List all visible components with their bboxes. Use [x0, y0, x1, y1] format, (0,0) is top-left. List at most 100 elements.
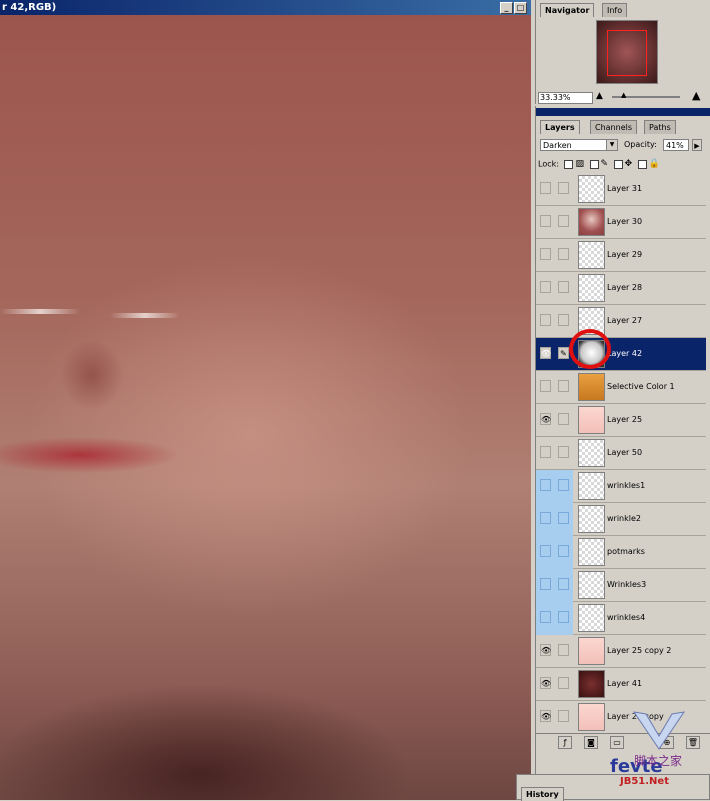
image-canvas[interactable] — [0, 15, 531, 800]
layer-thumbnail[interactable] — [578, 604, 605, 632]
layer-row[interactable]: Layer 28 — [536, 272, 706, 305]
layer-thumbnail[interactable] — [578, 637, 605, 665]
layer-row[interactable]: 👁 Layer 25 — [536, 404, 706, 437]
link-toggle[interactable] — [558, 479, 569, 491]
layer-row[interactable]: Layer 50 — [536, 437, 706, 470]
layer-name: potmarks — [607, 547, 645, 556]
layer-thumbnail[interactable] — [578, 175, 605, 203]
layer-thumbnail[interactable] — [578, 274, 605, 302]
layer-row[interactable]: 👁 Layer 25 copy 2 — [536, 635, 706, 668]
visibility-eye-icon[interactable] — [540, 248, 551, 260]
layer-thumbnail[interactable] — [578, 373, 605, 401]
opacity-field[interactable]: 41% — [663, 139, 689, 151]
lock-transparency-checkbox[interactable] — [564, 159, 574, 169]
tab-paths[interactable]: Paths — [644, 120, 676, 134]
lock-position-checkbox[interactable] — [613, 159, 623, 169]
layer-name: Layer 50 — [607, 448, 643, 457]
link-toggle[interactable] — [558, 215, 569, 227]
visibility-eye-icon[interactable]: 👁 — [540, 710, 551, 722]
zoom-out-icon[interactable]: ▲ — [596, 91, 603, 101]
lock-icon: 🔒 — [648, 159, 660, 169]
layer-thumbnail[interactable] — [578, 670, 605, 698]
link-toggle[interactable] — [558, 248, 569, 260]
blend-mode-select[interactable]: Darken ▼ — [540, 139, 618, 151]
visibility-eye-icon[interactable]: 👁 — [540, 677, 551, 689]
layer-row[interactable]: wrinkle2 — [536, 503, 706, 536]
annotation-circle — [569, 329, 611, 369]
link-toggle[interactable] — [558, 545, 569, 557]
visibility-eye-icon[interactable] — [540, 182, 551, 194]
navigator-view-box[interactable] — [607, 30, 647, 76]
lock-all-checkbox[interactable] — [637, 159, 647, 169]
layer-row[interactable]: Selective Color 1 — [536, 371, 706, 404]
layer-row[interactable]: Layer 27 — [536, 305, 706, 338]
document-title: r 42,RGB) — [2, 2, 57, 13]
layer-row[interactable]: wrinkles1 — [536, 470, 706, 503]
navigator-thumbnail[interactable] — [596, 20, 658, 84]
layer-row[interactable]: Layer 30 — [536, 206, 706, 239]
opacity-arrow-icon[interactable]: ▶ — [692, 139, 702, 151]
tab-info[interactable]: Info — [602, 3, 628, 17]
blend-mode-value: Darken — [543, 141, 572, 150]
visibility-eye-icon[interactable] — [540, 314, 551, 326]
tab-layers[interactable]: Layers — [540, 120, 580, 134]
link-toggle[interactable] — [558, 446, 569, 458]
layer-thumbnail[interactable] — [578, 571, 605, 599]
layer-row[interactable]: Layer 31 — [536, 173, 706, 206]
zoom-field[interactable]: 33.33% — [538, 92, 593, 104]
zoom-slider-handle-icon[interactable]: ▲ — [621, 91, 626, 99]
link-toggle[interactable] — [558, 644, 569, 656]
layer-row[interactable]: 👁 Layer 41 — [536, 668, 706, 701]
visibility-eye-icon[interactable] — [540, 545, 551, 557]
layer-row[interactable]: 👁 ✎ Layer 42 — [536, 338, 706, 371]
layer-name: Layer 41 — [607, 679, 643, 688]
layer-thumbnail[interactable] — [578, 241, 605, 269]
tab-channels[interactable]: Channels — [590, 120, 638, 134]
visibility-eye-icon[interactable] — [540, 512, 551, 524]
visibility-eye-icon[interactable]: 👁 — [540, 347, 551, 359]
link-toggle[interactable] — [558, 413, 569, 425]
panel-titlebar[interactable] — [536, 108, 710, 116]
visibility-eye-icon[interactable] — [540, 611, 551, 623]
layer-row[interactable]: wrinkles4 — [536, 602, 706, 635]
visibility-eye-icon[interactable] — [540, 380, 551, 392]
layer-name: Layer 28 — [607, 283, 643, 292]
layer-thumbnail[interactable] — [578, 703, 605, 731]
visibility-eye-icon[interactable]: 👁 — [540, 644, 551, 656]
zoom-in-icon[interactable]: ▲ — [692, 89, 700, 102]
visibility-eye-icon[interactable] — [540, 479, 551, 491]
visibility-eye-icon[interactable] — [540, 281, 551, 293]
layer-style-icon[interactable]: ƒ — [558, 736, 572, 749]
lock-image-checkbox[interactable] — [589, 159, 599, 169]
link-toggle[interactable] — [558, 611, 569, 623]
visibility-eye-icon[interactable]: 👁 — [540, 413, 551, 425]
link-toggle[interactable] — [558, 512, 569, 524]
link-toggle[interactable] — [558, 578, 569, 590]
layer-thumbnail[interactable] — [578, 208, 605, 236]
layer-name: wrinkles1 — [607, 481, 646, 490]
link-toggle[interactable] — [558, 677, 569, 689]
chevron-down-icon[interactable]: ▼ — [606, 140, 617, 150]
brush-icon[interactable]: ✎ — [558, 347, 569, 359]
link-toggle[interactable] — [558, 281, 569, 293]
layer-thumbnail[interactable] — [578, 472, 605, 500]
layer-thumbnail[interactable] — [578, 538, 605, 566]
layer-thumbnail[interactable] — [578, 505, 605, 533]
link-toggle[interactable] — [558, 380, 569, 392]
minimize-button[interactable]: _ — [500, 2, 513, 14]
layer-row[interactable]: potmarks — [536, 536, 706, 569]
layer-thumbnail[interactable] — [578, 406, 605, 434]
tab-navigator[interactable]: Navigator — [540, 3, 595, 17]
visibility-eye-icon[interactable] — [540, 215, 551, 227]
link-toggle[interactable] — [558, 182, 569, 194]
link-toggle[interactable] — [558, 710, 569, 722]
layer-thumbnail[interactable] — [578, 439, 605, 467]
layer-row[interactable]: Layer 29 — [536, 239, 706, 272]
maximize-button[interactable]: □ — [514, 2, 527, 14]
link-toggle[interactable] — [558, 314, 569, 326]
visibility-eye-icon[interactable] — [540, 446, 551, 458]
layer-row[interactable]: Wrinkles3 — [536, 569, 706, 602]
mask-icon[interactable]: ◙ — [584, 736, 598, 749]
tab-history[interactable]: History — [521, 787, 564, 801]
visibility-eye-icon[interactable] — [540, 578, 551, 590]
